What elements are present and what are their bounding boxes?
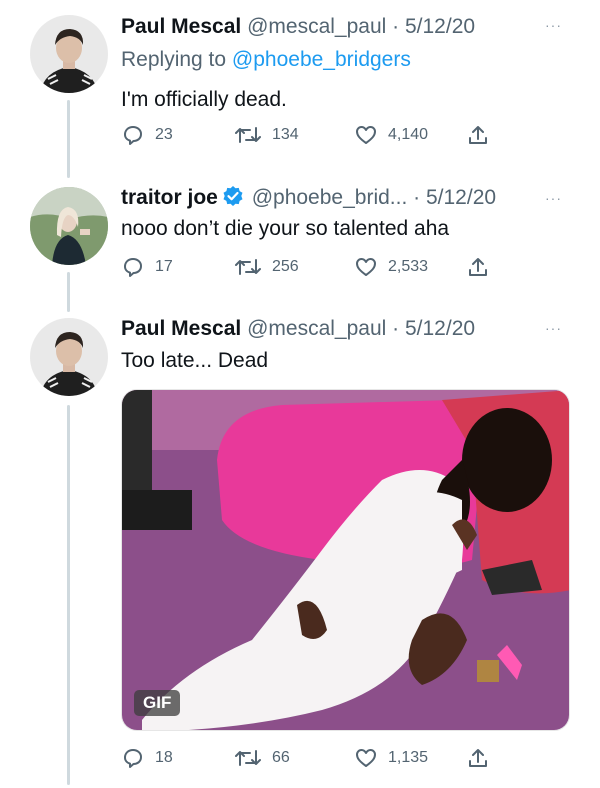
avatar[interactable] — [30, 318, 108, 396]
thread-line — [67, 100, 70, 178]
tweet-text: I'm officially dead. — [121, 88, 287, 111]
retweet-icon — [235, 259, 261, 275]
retweet-count: 256 — [272, 258, 299, 275]
gif-media[interactable]: GIF — [121, 389, 570, 731]
tweet-date[interactable]: 5/12/20 — [405, 15, 475, 38]
more-icon[interactable]: ··· — [545, 17, 562, 33]
reply-button[interactable]: 17 — [121, 254, 173, 280]
retweet-count: 66 — [272, 749, 290, 766]
like-icon — [356, 126, 376, 144]
reply-icon — [124, 258, 142, 277]
share-button[interactable] — [466, 254, 500, 280]
like-count: 1,135 — [388, 749, 429, 766]
reply-button[interactable]: 23 — [121, 122, 173, 148]
like-icon — [356, 749, 376, 767]
author-handle[interactable]: @mescal_paul — [247, 15, 386, 38]
tweet-header: Paul Mescal @mescal_paul · 5/12/20 — [121, 14, 475, 40]
reply-count: 18 — [155, 749, 173, 766]
tweet-text: nooo don’t die your so talented aha — [121, 217, 450, 240]
separator: · — [392, 317, 400, 340]
tweet-text: Too late... Dead — [121, 349, 269, 372]
tweet-header: Paul Mescal @mescal_paul · 5/12/20 — [121, 316, 475, 342]
tweet-actions: 23 134 4,140 — [121, 122, 501, 148]
like-button[interactable]: 2,533 — [354, 254, 428, 280]
gif-image — [122, 390, 569, 730]
author-name[interactable]: Paul Mescal — [121, 317, 241, 340]
verified-badge-icon — [223, 186, 243, 206]
retweet-button[interactable]: 134 — [234, 122, 299, 148]
tweet-date[interactable]: 5/12/20 — [426, 186, 496, 209]
like-button[interactable]: 4,140 — [354, 122, 428, 148]
reply-icon — [124, 126, 142, 145]
share-icon — [469, 126, 487, 144]
reply-mention-link[interactable]: @phoebe_bridgers — [232, 48, 411, 71]
replying-to-label: Replying to — [121, 48, 227, 71]
author-name[interactable]: traitor joe — [121, 186, 218, 209]
more-icon[interactable]: ··· — [545, 190, 562, 206]
author-handle[interactable]: @mescal_paul — [247, 317, 386, 340]
like-icon — [356, 258, 376, 276]
reply-count: 17 — [155, 258, 173, 275]
like-button[interactable]: 1,135 — [354, 745, 428, 771]
replying-to: Replying to @phoebe_bridgers — [121, 47, 411, 73]
gif-badge: GIF — [134, 690, 181, 716]
tweet-actions: 18 66 1,135 — [121, 745, 501, 771]
thread-line — [67, 405, 70, 785]
author-name[interactable]: Paul Mescal — [121, 15, 241, 38]
share-button[interactable] — [466, 745, 500, 771]
separator: · — [392, 15, 400, 38]
reply-icon — [124, 749, 142, 768]
tweet-actions: 17 256 2,533 — [121, 254, 501, 280]
retweet-count: 134 — [272, 126, 299, 143]
like-count: 2,533 — [388, 258, 429, 275]
retweet-button[interactable]: 256 — [234, 254, 299, 280]
avatar[interactable] — [30, 187, 108, 265]
share-icon — [469, 749, 487, 767]
share-icon — [469, 258, 487, 276]
avatar[interactable] — [30, 15, 108, 93]
share-button[interactable] — [466, 122, 500, 148]
thread-line — [67, 272, 70, 312]
reply-count: 23 — [155, 126, 173, 143]
retweet-icon — [235, 127, 261, 143]
retweet-button[interactable]: 66 — [234, 745, 290, 771]
reply-button[interactable]: 18 — [121, 745, 173, 771]
tweet-header: traitor joe @phoebe_brid... · 5/12/20 — [121, 185, 496, 211]
author-handle[interactable]: @phoebe_brid... — [252, 186, 408, 209]
tweet-date[interactable]: 5/12/20 — [405, 317, 475, 340]
more-icon[interactable]: ··· — [545, 320, 562, 336]
like-count: 4,140 — [388, 126, 429, 143]
retweet-icon — [235, 750, 261, 766]
separator: · — [413, 186, 421, 209]
